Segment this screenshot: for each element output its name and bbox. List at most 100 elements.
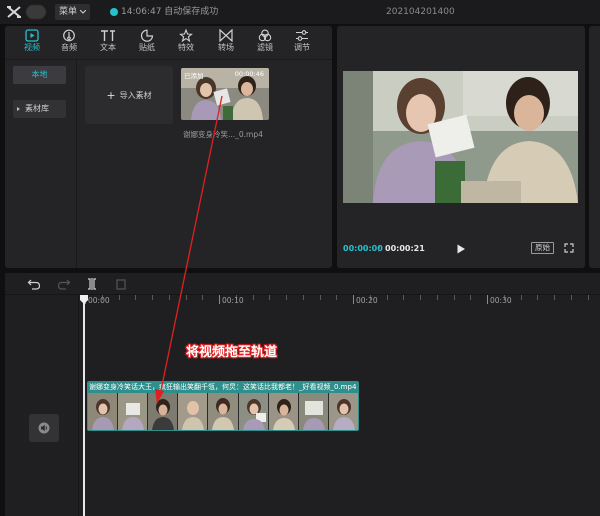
ruler-tick-label: 00:10 [222, 296, 244, 305]
ruler-minor-tick [386, 295, 388, 300]
ruler-minor-tick [202, 295, 204, 300]
media-panel: 视频 音频 文本 贴纸 特效 转场 滤镜 调节 本地 素材库 + 导入素材 已添… [5, 26, 332, 268]
fullscreen-icon[interactable] [564, 243, 574, 253]
time-separator: / [378, 244, 381, 253]
tab-adjust[interactable]: 调节 [285, 28, 319, 58]
ruler-minor-tick [453, 295, 455, 300]
media-toolbar: 视频 音频 文本 贴纸 特效 转场 滤镜 调节 [5, 26, 332, 60]
ruler-minor-tick [570, 295, 572, 300]
total-time: 00:00:21 [385, 244, 425, 253]
timeline-ruler[interactable]: 00:00 00:10 00:20 00:30 [80, 295, 600, 309]
clip-filmstrip [88, 393, 358, 430]
menu-button[interactable]: 菜单 [55, 4, 91, 20]
tab-transition[interactable]: 转场 [209, 28, 243, 58]
thumbnail-duration: 00:00:46 [234, 70, 264, 78]
ruler-major-tick [219, 295, 220, 304]
tab-video[interactable]: 视频 [15, 28, 49, 58]
text-icon [101, 30, 115, 41]
ruler-minor-tick [118, 295, 120, 300]
media-filename: 谢娜变身冷笑..._0.mp4 [183, 130, 263, 139]
clip-frame [88, 393, 119, 430]
clip-frame [208, 393, 239, 430]
clip-frame [328, 393, 358, 430]
audio-icon [63, 29, 75, 42]
adjust-icon [296, 30, 308, 41]
transition-icon [219, 29, 233, 42]
ruler-minor-tick [152, 295, 153, 300]
tab-audio[interactable]: 音频 [52, 28, 86, 58]
tab-effects[interactable]: 特效 [169, 28, 203, 58]
ruler-minor-tick [520, 295, 522, 300]
undo-icon[interactable] [27, 277, 41, 291]
video-icon [25, 29, 39, 42]
ruler-minor-tick [302, 295, 304, 300]
ruler-minor-tick [319, 295, 321, 300]
ruler-minor-tick [403, 295, 405, 300]
ruler-minor-tick [436, 295, 438, 300]
ruler-tick-label: 00:30 [490, 296, 512, 305]
playhead[interactable] [83, 295, 85, 516]
save-status-icon [110, 8, 118, 16]
ruler-minor-tick [185, 295, 187, 300]
clip-frame [298, 393, 329, 430]
save-status: 14:06:47 自动保存成功 [121, 7, 219, 17]
player-panel: 00:00:00 / 00:00:21 原始 [337, 26, 585, 268]
sticker-icon [140, 29, 154, 42]
plus-icon: + [106, 88, 116, 102]
aspect-ratio-button[interactable]: 原始 [531, 242, 554, 254]
ruler-tick-label: 00:00 [88, 296, 110, 305]
playhead-handle-icon[interactable] [80, 295, 88, 304]
media-thumbnail[interactable]: 已添加 00:00:46 [181, 68, 269, 120]
project-name: 202104201400 [386, 7, 455, 17]
ruler-major-tick [353, 295, 354, 304]
play-icon[interactable] [456, 244, 466, 254]
ruler-minor-tick [168, 295, 170, 300]
ruler-minor-tick [537, 295, 539, 300]
speaker-icon [38, 422, 50, 434]
current-time: 00:00:00 [343, 244, 383, 253]
timeline-panel: 00:00 00:10 00:20 00:30 谢娜变身冷笑话大王，疯狂输出笑翻千瓴，… [5, 273, 600, 516]
video-clip[interactable]: 谢娜变身冷笑话大王，疯狂输出笑翻千瓴，何炅：这笑话比我都老！_好看视频_0.mp… [87, 381, 359, 431]
redo-icon[interactable] [57, 277, 71, 291]
tab-filter[interactable]: 滤镜 [248, 28, 282, 58]
video-preview[interactable] [343, 71, 578, 203]
ruler-minor-tick [554, 295, 555, 300]
app-logo-icon [7, 6, 21, 18]
ruler-minor-tick [252, 295, 254, 300]
ruler-minor-tick [420, 295, 421, 300]
avatar[interactable] [26, 5, 46, 19]
track-header [5, 295, 79, 516]
sidebar-item-library[interactable]: 素材库 [13, 100, 66, 118]
tab-text[interactable]: 文本 [91, 28, 125, 58]
clip-frame [178, 393, 209, 430]
ruler-minor-tick [587, 295, 589, 300]
effects-icon [179, 29, 193, 42]
clip-frame [268, 393, 299, 430]
title-bar: 菜单 14:06:47 自动保存成功 202104201400 [0, 0, 600, 24]
clip-frame [118, 393, 149, 430]
ruler-major-tick [487, 295, 488, 304]
delete-icon[interactable] [114, 277, 128, 291]
ruler-minor-tick [135, 295, 137, 300]
clip-label: 谢娜变身冷笑话大王，疯狂输出笑翻千瓴，何炅：这笑话比我都老！_好看视频_0.mp… [89, 383, 357, 391]
clip-frame [238, 393, 269, 430]
drag-hint-annotation: 将视频拖至轨道 [186, 345, 278, 360]
media-sidebar: 本地 素材库 [5, 60, 77, 268]
ruler-tick-label: 00:20 [356, 296, 378, 305]
tab-sticker[interactable]: 贴纸 [130, 28, 164, 58]
chevron-down-icon [80, 10, 87, 14]
import-media-button[interactable]: + 导入素材 [85, 66, 173, 124]
ruler-minor-tick [269, 295, 271, 300]
thumbnail-added-badge: 已添加 [184, 72, 204, 80]
timeline-toolbar [5, 273, 600, 295]
import-label: 导入素材 [119, 90, 152, 100]
ruler-minor-tick [336, 295, 338, 300]
video-preview-image [343, 71, 578, 203]
split-icon[interactable] [85, 277, 99, 291]
sidebar-item-local[interactable]: 本地 [13, 66, 66, 84]
track-mute-button[interactable] [29, 414, 59, 442]
clip-frame [148, 393, 179, 430]
menu-label: 菜单 [59, 7, 78, 17]
filter-icon [258, 29, 272, 42]
ruler-minor-tick [286, 295, 287, 300]
